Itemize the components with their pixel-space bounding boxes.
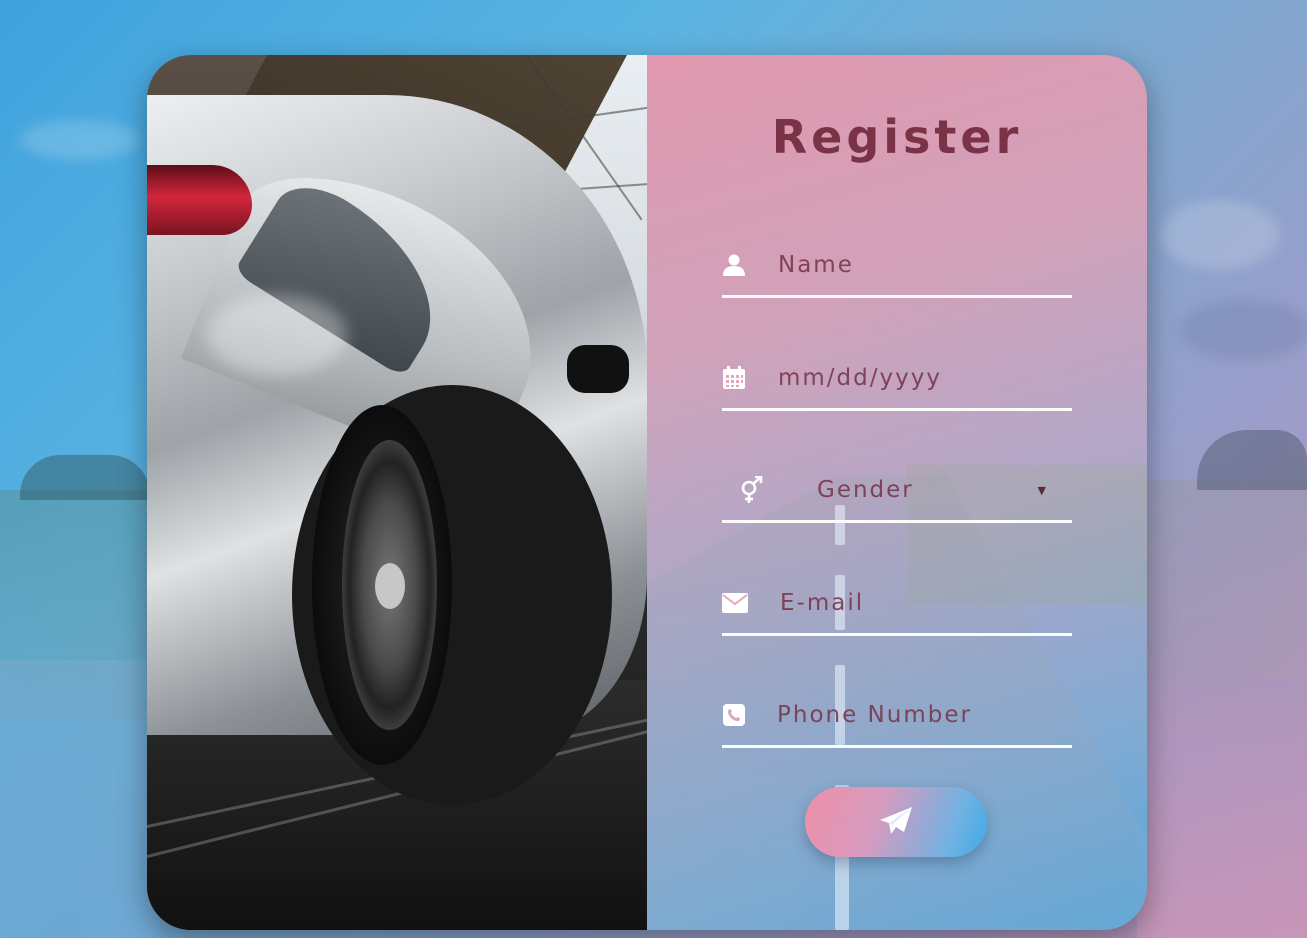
phone-input[interactable] xyxy=(745,701,1072,729)
calendar-icon xyxy=(722,366,746,390)
phone-icon xyxy=(722,704,745,726)
car-reflection xyxy=(207,295,347,375)
background-road xyxy=(1137,680,1307,938)
birthdate-field xyxy=(722,348,1073,411)
register-form: Register Name mm/dd/yyyy Gender ▼ E-mail… xyxy=(647,55,1147,930)
background-cloud xyxy=(1180,300,1307,360)
birthdate-input[interactable] xyxy=(746,364,1073,392)
gender-icon xyxy=(722,476,782,504)
name-input[interactable] xyxy=(746,251,1073,279)
form-title: Register xyxy=(771,110,1023,164)
dropdown-caret-icon: ▼ xyxy=(1037,483,1048,497)
submit-button[interactable] xyxy=(805,787,987,857)
car-photo xyxy=(147,55,647,930)
envelope-icon xyxy=(722,593,748,613)
background-trees xyxy=(1197,430,1307,490)
gender-select-value: Gender xyxy=(817,477,914,503)
background-cloud xyxy=(20,120,140,160)
background-cloud xyxy=(1160,200,1280,270)
gender-select[interactable]: Gender ▼ xyxy=(782,477,1072,503)
car-taillight xyxy=(147,165,252,235)
paper-plane-icon xyxy=(879,806,913,839)
email-field xyxy=(722,573,1075,636)
phone-field xyxy=(722,685,1072,748)
car-hub xyxy=(375,563,405,609)
gender-field: Gender ▼ xyxy=(722,460,1072,523)
email-input[interactable] xyxy=(748,589,1075,617)
background-trees xyxy=(20,455,150,500)
car-mirror xyxy=(567,345,629,393)
name-field xyxy=(722,235,1073,298)
user-icon xyxy=(722,254,746,276)
register-card: Register Name mm/dd/yyyy Gender ▼ E-mail… xyxy=(147,55,1147,930)
background-road xyxy=(0,660,160,938)
